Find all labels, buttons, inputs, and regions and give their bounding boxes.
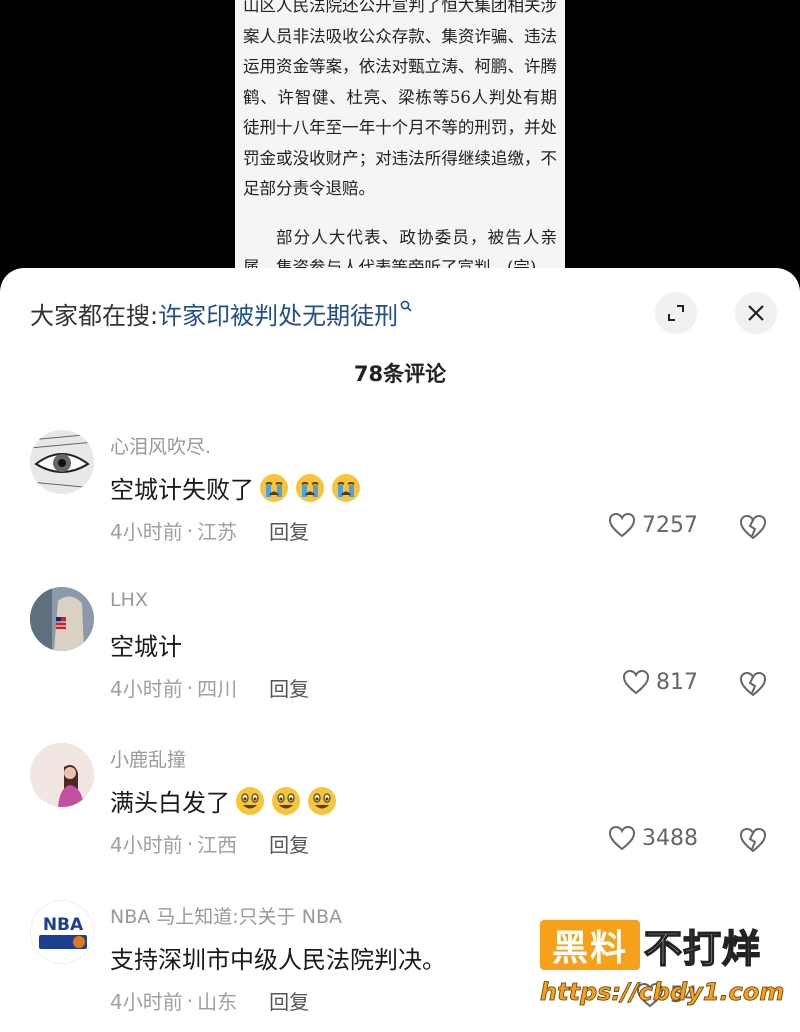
- comment-location: 江苏: [197, 520, 238, 544]
- grinning-face-icon: [272, 786, 300, 815]
- comment-text-body: 支持深圳市中级人民法院判决。: [110, 946, 446, 974]
- heart-icon: [608, 825, 636, 851]
- reply-button[interactable]: 回复: [269, 986, 309, 1015]
- broken-heart-icon: [739, 827, 767, 853]
- comment-location: 江西: [197, 833, 238, 857]
- comment-text: 空城计失败了: [110, 470, 362, 505]
- close-icon: [748, 305, 764, 321]
- meta-separator: ·: [186, 831, 194, 856]
- meta-separator: ·: [186, 988, 194, 1013]
- avatar[interactable]: [30, 587, 94, 651]
- comment-time: 4小时前: [110, 990, 183, 1014]
- avatar[interactable]: [30, 430, 94, 494]
- like-count: 3488: [642, 825, 698, 851]
- comment-text-body: 空城计: [110, 633, 182, 661]
- comment-meta: 4小时前 · 江西 回复: [110, 829, 309, 858]
- site-watermark: 黑料 不打烊 https://cbdy1.com: [540, 920, 790, 1015]
- comment-item: 小鹿乱撞 满头白发了 4小时前 · 江西 回复 3488: [0, 743, 800, 893]
- comment-text: 满头白发了: [110, 783, 338, 818]
- heart-icon: [622, 669, 650, 695]
- dislike-button[interactable]: [738, 827, 768, 857]
- comment-text-body: 满头白发了: [110, 789, 230, 817]
- article-paragraph: 山区人民法院还公开宣判了恒大集团相关涉案人员非法吸收公众存款、集资诈骗、违法运用…: [243, 0, 557, 198]
- avatar-logo-text: NBA: [43, 915, 84, 935]
- trending-search-query[interactable]: 许家印被判处无期徒刑: [158, 296, 398, 331]
- comment-text: 支持深圳市中级人民法院判决。: [110, 940, 446, 975]
- trending-search[interactable]: 大家都在搜: 许家印被判处无期徒刑: [30, 296, 412, 330]
- broken-heart-icon: [739, 514, 767, 540]
- comment-text-body: 空城计失败了: [110, 476, 254, 504]
- comment-count: 78条评论: [353, 362, 447, 386]
- dislike-button[interactable]: [738, 514, 768, 544]
- comment-time: 4小时前: [110, 677, 183, 701]
- meta-separator: ·: [186, 518, 194, 543]
- comment-item: 心泪风吹尽. 空城计失败了 4小时前 · 江苏 回复 7257: [0, 430, 800, 580]
- comment-location: 四川: [197, 677, 238, 701]
- comment-meta: 4小时前 · 四川 回复: [110, 673, 309, 702]
- expand-icon: [668, 305, 684, 321]
- avatar[interactable]: NBA: [30, 900, 94, 964]
- search-icon: [400, 300, 412, 316]
- meta-separator: ·: [186, 675, 194, 700]
- trending-search-prefix: 大家都在搜:: [30, 301, 159, 330]
- comment-time: 4小时前: [110, 833, 183, 857]
- grinning-face-icon: [308, 786, 336, 815]
- reply-button[interactable]: 回复: [269, 516, 309, 545]
- reply-button[interactable]: 回复: [269, 673, 309, 702]
- expand-button[interactable]: [655, 292, 697, 334]
- like-count: 7257: [642, 512, 698, 538]
- broken-heart-icon: [739, 671, 767, 697]
- like-button[interactable]: 817: [622, 669, 698, 695]
- crying-face-icon: [332, 473, 360, 502]
- username[interactable]: 小鹿乱撞: [110, 745, 186, 772]
- watermark-url: https://cbdy1.com: [540, 978, 785, 1007]
- comment-location: 山东: [197, 990, 238, 1014]
- comment-item: LHX 空城计 4小时前 · 四川 回复 817: [0, 587, 800, 737]
- news-article-excerpt: 山区人民法院还公开宣判了恒大集团相关涉案人员非法吸收公众存款、集资诈骗、违法运用…: [235, 0, 565, 300]
- watermark-logo-box: 黑料: [540, 920, 640, 970]
- heart-icon: [608, 512, 636, 538]
- username[interactable]: 心泪风吹尽.: [110, 432, 211, 459]
- crying-face-icon: [260, 473, 288, 502]
- grinning-face-icon: [236, 786, 264, 815]
- avatar[interactable]: [30, 743, 94, 807]
- comment-meta: 4小时前 · 江苏 回复: [110, 516, 309, 545]
- like-count: 817: [656, 669, 698, 695]
- username[interactable]: NBA 马上知道:只关于 NBA: [110, 902, 342, 929]
- like-button[interactable]: 3488: [608, 825, 698, 851]
- watermark-logo-text: 不打烊: [643, 926, 762, 972]
- comment-meta: 4小时前 · 山东 回复: [110, 986, 309, 1015]
- reply-button[interactable]: 回复: [269, 829, 309, 858]
- dislike-button[interactable]: [738, 671, 768, 701]
- crying-face-icon: [296, 473, 324, 502]
- username[interactable]: LHX: [110, 589, 148, 611]
- comment-time: 4小时前: [110, 520, 183, 544]
- comment-text: 空城计: [110, 627, 182, 662]
- close-button[interactable]: [735, 292, 777, 334]
- like-button[interactable]: 7257: [608, 512, 698, 538]
